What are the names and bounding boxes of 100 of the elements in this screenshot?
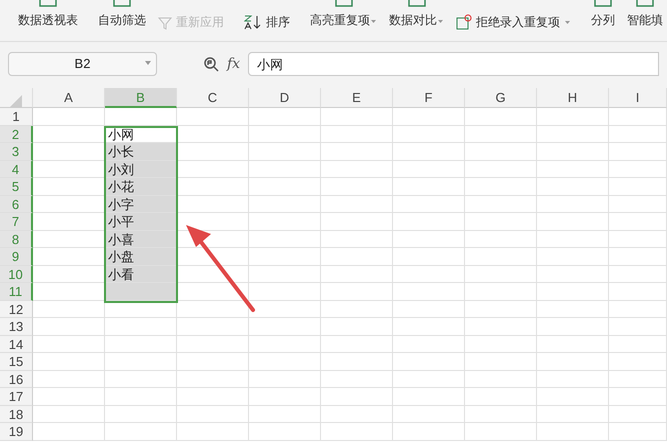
grid-cell bbox=[105, 283, 177, 300]
grid-cell bbox=[609, 160, 667, 178]
grid-cell bbox=[537, 230, 609, 248]
grid-cell bbox=[465, 213, 537, 230]
grid-cell bbox=[609, 353, 667, 370]
grid-cell bbox=[393, 266, 465, 283]
grid-cell bbox=[177, 388, 249, 406]
row-header[interactable]: 1 bbox=[0, 108, 33, 126]
grid-cell bbox=[393, 406, 465, 423]
grid-cell bbox=[465, 423, 537, 440]
grid-cell bbox=[321, 178, 393, 196]
ribbon-button[interactable]: 智能填 bbox=[621, 0, 667, 28]
grid-cell bbox=[177, 143, 249, 160]
grid-cell bbox=[537, 406, 609, 423]
row-header[interactable]: 13 bbox=[0, 318, 33, 336]
grid-cell bbox=[609, 196, 667, 213]
grid-cell bbox=[537, 213, 609, 230]
grid-cell bbox=[609, 248, 667, 266]
grid-cell bbox=[609, 423, 667, 440]
row-header[interactable]: 14 bbox=[0, 336, 33, 353]
grid-cell bbox=[537, 248, 609, 266]
grid-cell bbox=[321, 336, 393, 353]
grid-cell bbox=[33, 336, 105, 353]
grid-cell bbox=[537, 388, 609, 406]
function-label[interactable]: fx bbox=[227, 54, 240, 74]
row-header[interactable]: 17 bbox=[0, 388, 33, 406]
grid-cell bbox=[321, 388, 393, 406]
ribbon-button[interactable]: 数据对比 bbox=[383, 0, 450, 28]
grid-cell bbox=[177, 266, 249, 283]
grid-cell bbox=[177, 126, 249, 143]
grid-cell bbox=[249, 266, 321, 283]
grid-cell bbox=[393, 108, 465, 126]
grid-cell bbox=[537, 283, 609, 300]
grid-cell bbox=[321, 248, 393, 266]
grid-cell bbox=[393, 160, 465, 178]
grid-cell bbox=[537, 178, 609, 196]
row-header[interactable]: 18 bbox=[0, 406, 33, 423]
column-header[interactable]: E bbox=[321, 88, 393, 108]
ribbon-button[interactable]: 高亮重复项 bbox=[304, 0, 383, 28]
grid-cell bbox=[105, 353, 177, 370]
column-header[interactable]: F bbox=[393, 88, 465, 108]
grid-cell bbox=[33, 108, 105, 126]
grid-cell bbox=[321, 196, 393, 213]
grid-cell bbox=[321, 160, 393, 178]
grid-cell bbox=[177, 353, 249, 370]
grid-cell bbox=[393, 143, 465, 160]
grid-cell: 小平 bbox=[105, 213, 177, 230]
grid-cell bbox=[537, 266, 609, 283]
grid-cell bbox=[249, 353, 321, 370]
grid-cell bbox=[33, 423, 105, 440]
grid-cell bbox=[321, 108, 393, 126]
grid-cell bbox=[177, 196, 249, 213]
column-header[interactable]: D bbox=[249, 88, 321, 108]
grid-cell bbox=[177, 248, 249, 266]
grid-cell bbox=[393, 318, 465, 336]
grid-cell bbox=[609, 126, 667, 143]
grid-cell bbox=[249, 143, 321, 160]
grid-cell bbox=[33, 353, 105, 370]
caret-icon bbox=[564, 19, 571, 25]
grid-cell bbox=[249, 160, 321, 178]
grid-cell bbox=[465, 266, 537, 283]
column-header[interactable]: I bbox=[609, 88, 667, 108]
grid-cell bbox=[321, 300, 393, 318]
reject-duplicates-icon bbox=[456, 14, 472, 30]
grid-cell bbox=[609, 266, 667, 283]
ribbon-button[interactable]: 排序 bbox=[238, 14, 296, 30]
grid-cell bbox=[105, 370, 177, 388]
grid-cell bbox=[105, 423, 177, 440]
grid-cell bbox=[393, 196, 465, 213]
grid-cell bbox=[33, 370, 105, 388]
ribbon-button[interactable]: 自动筛选 bbox=[92, 0, 152, 28]
formula-input[interactable]: 小网 bbox=[248, 52, 659, 76]
grid-cell bbox=[465, 160, 537, 178]
grid-cell bbox=[249, 108, 321, 126]
ribbon-button[interactable]: 拒绝录入重复项 bbox=[450, 14, 577, 30]
name-box[interactable]: B2 bbox=[8, 52, 157, 76]
zoom-icon[interactable] bbox=[203, 56, 219, 72]
row-header[interactable]: 12 bbox=[0, 300, 33, 318]
grid-cell bbox=[321, 230, 393, 248]
grid-cell bbox=[321, 353, 393, 370]
grid-cell bbox=[465, 178, 537, 196]
ribbon-button[interactable]: 分列 bbox=[585, 0, 621, 28]
column-header[interactable]: A bbox=[33, 88, 105, 108]
column-header[interactable]: C bbox=[177, 88, 249, 108]
grid-cell bbox=[393, 353, 465, 370]
grid-cell bbox=[177, 178, 249, 196]
grid-cell bbox=[321, 143, 393, 160]
grid-cell bbox=[33, 406, 105, 423]
row-header[interactable]: 16 bbox=[0, 370, 33, 388]
column-header[interactable]: H bbox=[537, 88, 609, 108]
grid-cell bbox=[609, 230, 667, 248]
row-header[interactable]: 15 bbox=[0, 353, 33, 370]
grid-cell bbox=[321, 213, 393, 230]
grid-cell bbox=[609, 336, 667, 353]
row-header[interactable]: 19 bbox=[0, 423, 33, 440]
column-header[interactable]: G bbox=[465, 88, 537, 108]
grid-cell bbox=[537, 336, 609, 353]
ribbon-button[interactable]: 数据透视表 bbox=[12, 0, 84, 28]
caret-icon bbox=[437, 18, 444, 24]
grid-cell bbox=[321, 370, 393, 388]
